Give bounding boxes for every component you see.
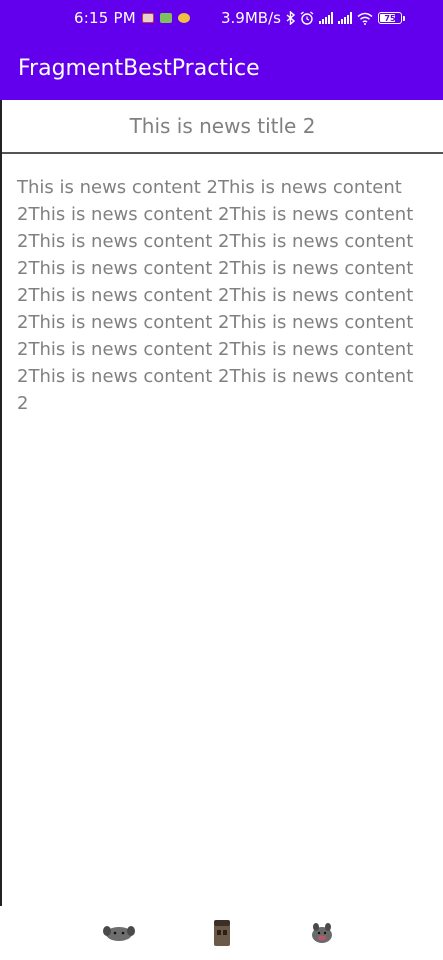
screen: 6:15 PM 3.9MB/s 75 FragmentBestPractice …: [0, 0, 443, 960]
status-time: 6:15 PM: [74, 9, 136, 27]
notification-app-icon: [141, 13, 154, 23]
status-right: 3.9MB/s 75: [221, 9, 405, 27]
battery-tip: [402, 15, 405, 21]
recents-nav-button[interactable]: [305, 918, 339, 948]
news-title: This is news title 2: [129, 114, 316, 138]
notification-cat-icon: [177, 13, 190, 23]
status-bar: 6:15 PM 3.9MB/s 75: [0, 0, 443, 37]
notification-game-icon: [159, 13, 172, 23]
wifi-icon: [357, 12, 373, 25]
home-nav-button[interactable]: [205, 918, 239, 948]
home-nav-icon: [214, 920, 230, 946]
net-speed: 3.9MB/s: [221, 9, 281, 27]
app-bar: FragmentBestPractice: [0, 37, 443, 100]
hd-signal-icon: [337, 12, 352, 24]
app-title: FragmentBestPractice: [18, 56, 260, 81]
news-body: This is news content 2This is news conte…: [17, 177, 414, 414]
battery-level: 75: [384, 13, 396, 23]
back-nav-button[interactable]: [102, 918, 136, 948]
status-left: 6:15 PM: [74, 9, 190, 27]
recents-nav-icon: [312, 923, 332, 943]
navigation-bar: [0, 906, 443, 960]
battery-group: 75: [377, 12, 405, 24]
alarm-icon: [300, 11, 314, 25]
signal-icon: [318, 12, 333, 24]
news-content-fragment: This is news title 2 This is news conten…: [0, 100, 443, 906]
battery-icon: 75: [377, 12, 402, 24]
bluetooth-icon: [286, 11, 295, 25]
back-nav-icon: [103, 926, 135, 941]
